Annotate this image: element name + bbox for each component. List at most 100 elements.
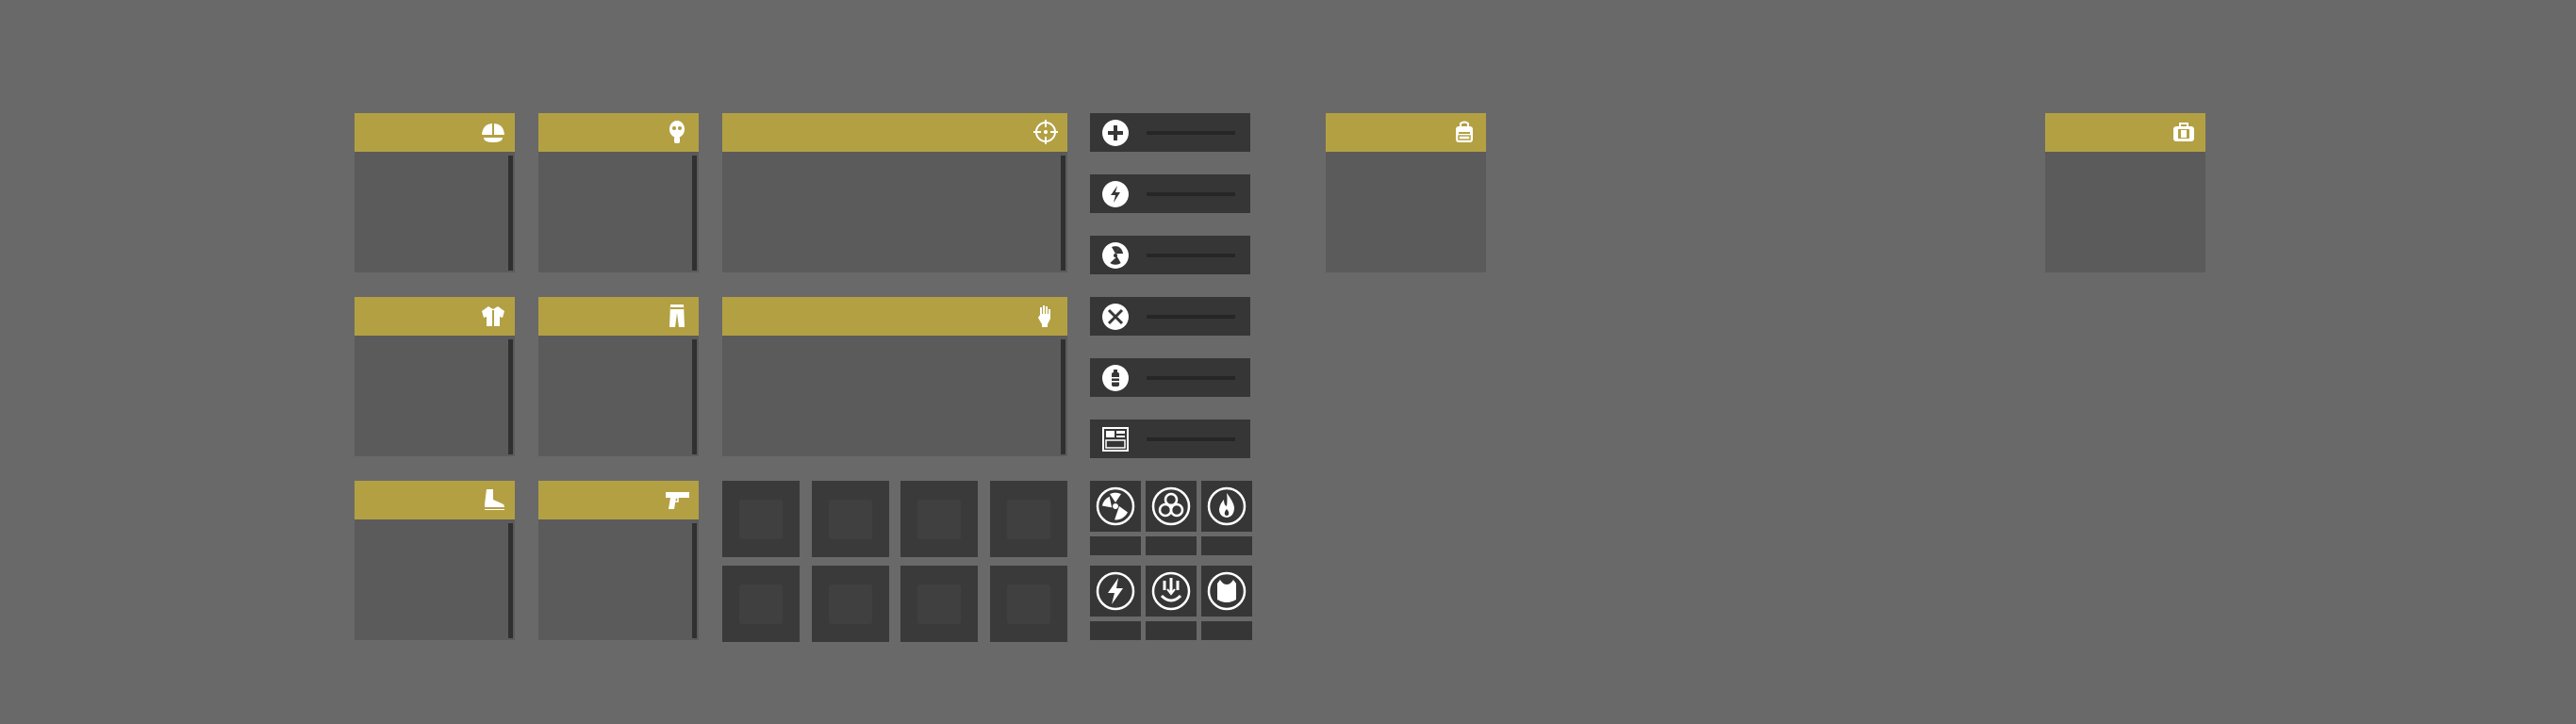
food-icon xyxy=(1101,303,1130,331)
fire-resist-icon xyxy=(1205,485,1248,528)
gas-mask-icon xyxy=(663,118,691,146)
panel-header xyxy=(355,481,515,519)
water-icon xyxy=(1101,364,1130,392)
mask-slot-area[interactable] xyxy=(538,152,699,272)
panel-header xyxy=(1326,113,1486,152)
armor-resist xyxy=(1201,566,1252,617)
sidearm-panel[interactable] xyxy=(538,481,699,640)
scrollbar[interactable] xyxy=(1061,339,1065,454)
mask-panel[interactable] xyxy=(538,113,699,272)
backpack-slot-area[interactable] xyxy=(1326,152,1486,272)
scrollbar[interactable] xyxy=(692,523,697,638)
helmet-icon xyxy=(479,118,507,146)
helmet-slot-area[interactable] xyxy=(355,152,515,272)
psy-resist xyxy=(1146,566,1197,617)
electric-resist xyxy=(1090,566,1141,617)
slot-placeholder xyxy=(1007,584,1050,624)
scrollbar[interactable] xyxy=(692,339,697,454)
fire-resist-value xyxy=(1201,536,1252,555)
food-bar xyxy=(1090,297,1250,336)
backpack-icon xyxy=(1450,118,1478,146)
panel-header xyxy=(355,297,515,336)
quick-slot[interactable] xyxy=(722,481,800,557)
stat-track xyxy=(1147,376,1235,380)
scrollbar[interactable] xyxy=(508,523,513,638)
radiation-bar xyxy=(1090,236,1250,274)
panel-header xyxy=(538,113,699,152)
helmet-panel[interactable] xyxy=(355,113,515,272)
electric-resist-icon xyxy=(1094,569,1137,613)
slot-placeholder xyxy=(829,500,872,539)
quick-slot[interactable] xyxy=(722,566,800,642)
crosshair-icon xyxy=(1032,118,1060,146)
panel-header xyxy=(722,297,1067,336)
stat-track xyxy=(1147,131,1235,135)
psy-resist-value xyxy=(1146,621,1197,640)
electric-resist-value xyxy=(1090,621,1141,640)
boots-slot-area[interactable] xyxy=(355,519,515,640)
radiation-resist-icon xyxy=(1094,485,1137,528)
weight-bar xyxy=(1090,420,1250,458)
energy-icon xyxy=(1101,180,1130,208)
boot-icon xyxy=(479,485,507,514)
biohazard-resist xyxy=(1146,481,1197,532)
slot-placeholder xyxy=(917,584,961,624)
container-slot-area[interactable] xyxy=(2045,152,2205,272)
slot-placeholder xyxy=(739,584,783,624)
scrollbar[interactable] xyxy=(508,156,513,271)
armor-resist-value xyxy=(1201,621,1252,640)
health-bar xyxy=(1090,113,1250,152)
slot-placeholder xyxy=(1007,500,1050,539)
stat-track xyxy=(1147,315,1235,319)
pants-slot-area[interactable] xyxy=(538,336,699,456)
container-panel[interactable] xyxy=(2045,113,2205,272)
primary-weapon-panel[interactable] xyxy=(722,113,1067,272)
sidearm-slot-area[interactable] xyxy=(538,519,699,640)
panel-header xyxy=(538,481,699,519)
gloves-slot-area[interactable] xyxy=(722,336,1067,456)
panel-header xyxy=(538,297,699,336)
panel-header xyxy=(722,113,1067,152)
radiation-resist xyxy=(1090,481,1141,532)
stat-track xyxy=(1147,254,1235,257)
quick-slot[interactable] xyxy=(812,481,889,557)
backpack-panel[interactable] xyxy=(1326,113,1486,272)
pants-icon xyxy=(663,302,691,330)
quick-slot[interactable] xyxy=(812,566,889,642)
medkit-bag-icon xyxy=(2170,118,2198,146)
quick-slot[interactable] xyxy=(990,566,1067,642)
jacket-slot-area[interactable] xyxy=(355,336,515,456)
slot-placeholder xyxy=(917,500,961,539)
stat-track xyxy=(1147,437,1235,441)
quick-slot[interactable] xyxy=(900,481,978,557)
scrollbar[interactable] xyxy=(692,156,697,271)
pants-panel[interactable] xyxy=(538,297,699,456)
psy-resist-icon xyxy=(1149,569,1193,613)
biohazard-resist-value xyxy=(1146,536,1197,555)
weight-icon xyxy=(1101,425,1130,453)
quick-slot[interactable] xyxy=(900,566,978,642)
glove-icon xyxy=(1032,302,1060,330)
scrollbar[interactable] xyxy=(1061,156,1065,271)
stat-track xyxy=(1147,192,1235,196)
slot-placeholder xyxy=(829,584,872,624)
scrollbar[interactable] xyxy=(508,339,513,454)
energy-bar xyxy=(1090,174,1250,213)
water-bar xyxy=(1090,358,1250,397)
armor-resist-icon xyxy=(1205,569,1248,613)
radiation-icon xyxy=(1101,241,1130,270)
slot-placeholder xyxy=(739,500,783,539)
biohazard-resist-icon xyxy=(1149,485,1193,528)
pistol-icon xyxy=(663,485,691,514)
radiation-resist-value xyxy=(1090,536,1141,555)
panel-header xyxy=(2045,113,2205,152)
health-icon xyxy=(1101,119,1130,147)
jacket-panel[interactable] xyxy=(355,297,515,456)
fire-resist xyxy=(1201,481,1252,532)
primary-weapon-slot-area[interactable] xyxy=(722,152,1067,272)
panel-header xyxy=(355,113,515,152)
gloves-panel[interactable] xyxy=(722,297,1067,456)
boots-panel[interactable] xyxy=(355,481,515,640)
quick-slot[interactable] xyxy=(990,481,1067,557)
jacket-icon xyxy=(479,302,507,330)
